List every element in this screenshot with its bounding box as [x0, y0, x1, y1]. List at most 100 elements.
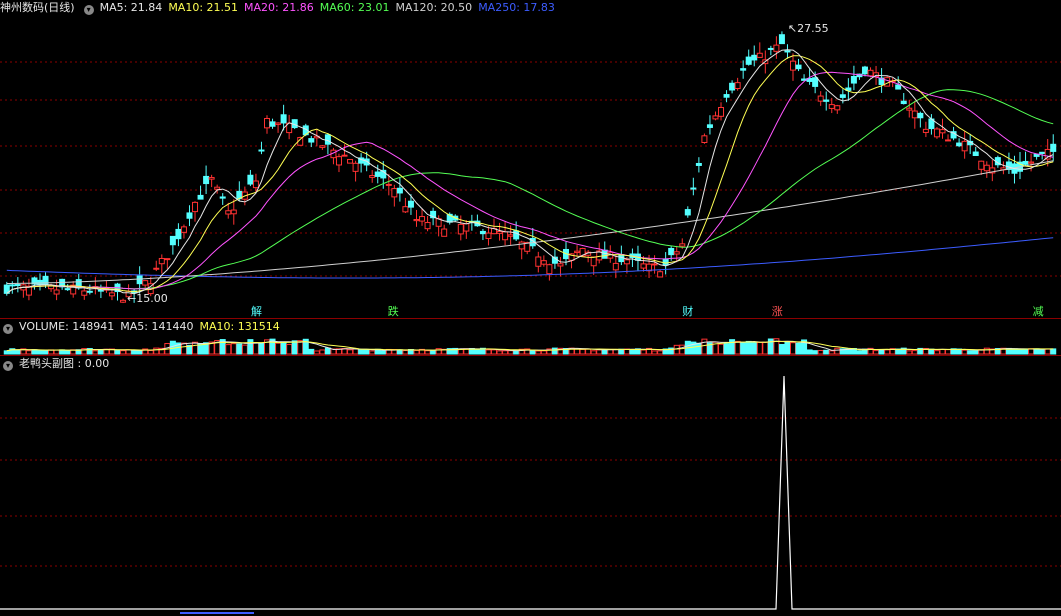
volume-bar-62 [347, 349, 354, 355]
candle-body-55 [308, 138, 315, 143]
candle-body-142 [790, 60, 796, 71]
candle-body-128 [712, 115, 719, 120]
candle-body-153 [850, 76, 857, 84]
candle-body-151 [839, 94, 846, 98]
candle-body-44 [247, 174, 254, 185]
candle-body-96 [535, 256, 542, 267]
candle-body-31 [175, 228, 182, 240]
candle-body-125 [695, 162, 702, 166]
price-panel[interactable]: 神州数码(日线) ▾ MA5: 21.84 MA10: 21.51 MA20: 21.8… [0, 0, 1061, 318]
volume-bar-106 [590, 350, 597, 355]
volume-bar-143 [795, 342, 802, 355]
volume-bar-147 [817, 349, 824, 355]
candle-body-35 [197, 194, 204, 200]
candle-body-89 [496, 231, 503, 234]
volume-bar-118 [657, 350, 664, 355]
volume-bar-55 [308, 348, 315, 355]
candle-body-90 [502, 231, 509, 241]
volume-bar-21 [120, 350, 127, 355]
volume-bar-76 [424, 350, 431, 355]
volume-bar-158 [878, 349, 885, 355]
volume-bar-41 [230, 343, 237, 355]
candle-body-19 [108, 292, 115, 297]
candle-body-67 [374, 171, 381, 177]
volume-bar-71 [396, 349, 403, 355]
candle-body-173 [961, 140, 968, 152]
volume-bar-49 [275, 342, 282, 355]
candle-body-140 [778, 34, 785, 45]
candle-body-123 [684, 209, 691, 216]
candle-body-38 [214, 186, 221, 190]
candle-body-110 [612, 262, 619, 271]
candle-body-25 [142, 280, 149, 286]
event-marker-2: 财 [682, 304, 693, 318]
volume-bar-65 [363, 348, 370, 355]
ma10-line [6, 55, 1054, 294]
volume-bar-32 [180, 342, 187, 355]
candlestick-chart[interactable]: ↖27.55 ←15.00 解 跌 财 涨 减 [0, 0, 1061, 318]
volume-bar-6 [36, 350, 43, 355]
volume-panel[interactable]: ▾ VOLUME: 148941 MA5: 141440 MA10: 131514 [0, 319, 1061, 355]
candle-body-49 [275, 122, 282, 125]
volume-bar-150 [834, 347, 841, 355]
candle-body-73 [407, 200, 414, 208]
indicator-panel[interactable]: ▾ 老鸭头副图 : 0.00 [0, 356, 1061, 616]
volume-bar-136 [756, 341, 763, 355]
candle-body-121 [673, 251, 680, 255]
candle-body-112 [623, 259, 630, 265]
candle-body-41 [230, 209, 237, 215]
volume-chart[interactable] [0, 319, 1061, 355]
volume-bar-56 [313, 350, 320, 355]
candle-body-119 [662, 258, 669, 266]
candle-body-82 [457, 223, 464, 235]
candle-body-124 [690, 187, 697, 190]
volume-bar-121 [673, 344, 680, 355]
volume-bar-187 [1039, 348, 1046, 355]
volume-bar-104 [579, 348, 586, 355]
candle-body-62 [347, 158, 354, 164]
candle-body-27 [153, 267, 160, 270]
candle-body-172 [956, 142, 963, 147]
candle-body-170 [945, 139, 952, 142]
volume-bar-27 [153, 347, 160, 355]
candle-body-36 [203, 175, 210, 185]
volume-bar-11 [64, 350, 71, 355]
volume-bar-140 [778, 344, 785, 355]
volume-bar-125 [695, 342, 702, 355]
volume-bar-20 [114, 350, 121, 355]
candle-body-126 [701, 135, 708, 143]
volume-bar-45 [252, 342, 259, 355]
candle-body-39 [219, 196, 226, 199]
volume-bar-107 [596, 349, 603, 355]
candle-body-91 [507, 234, 514, 237]
candle-body-1 [9, 284, 16, 287]
candle-body-72 [402, 206, 409, 213]
indicator-chart[interactable] [0, 356, 1061, 616]
volume-bar-89 [496, 350, 503, 355]
candle-body-50 [280, 114, 287, 124]
volume-bar-185 [1028, 348, 1035, 355]
candle-body-93 [518, 241, 525, 250]
volume-bar-23 [131, 350, 138, 355]
candle-body-97 [540, 260, 547, 265]
candle-body-57 [319, 145, 326, 148]
low-price-label: ←15.00 [127, 292, 168, 305]
candle-body-189 [1050, 143, 1057, 152]
candle-body-168 [933, 128, 940, 138]
candle-body-66 [369, 175, 376, 178]
candle-body-17 [97, 289, 104, 292]
volume-bar-51 [286, 343, 293, 355]
candle-body-115 [640, 263, 647, 269]
candle-body-106 [590, 256, 597, 267]
candle-body-61 [341, 154, 348, 157]
volume-bar-91 [507, 350, 514, 355]
volume-bar-189 [1050, 348, 1057, 355]
candle-body-6 [36, 279, 43, 285]
volume-bar-40 [225, 344, 232, 355]
candle-body-87 [485, 232, 492, 240]
candle-body-21 [120, 299, 127, 303]
candle-body-40 [225, 210, 232, 215]
candle-body-161 [895, 84, 902, 90]
volume-bar-135 [751, 342, 758, 355]
candle-body-60 [335, 156, 342, 166]
